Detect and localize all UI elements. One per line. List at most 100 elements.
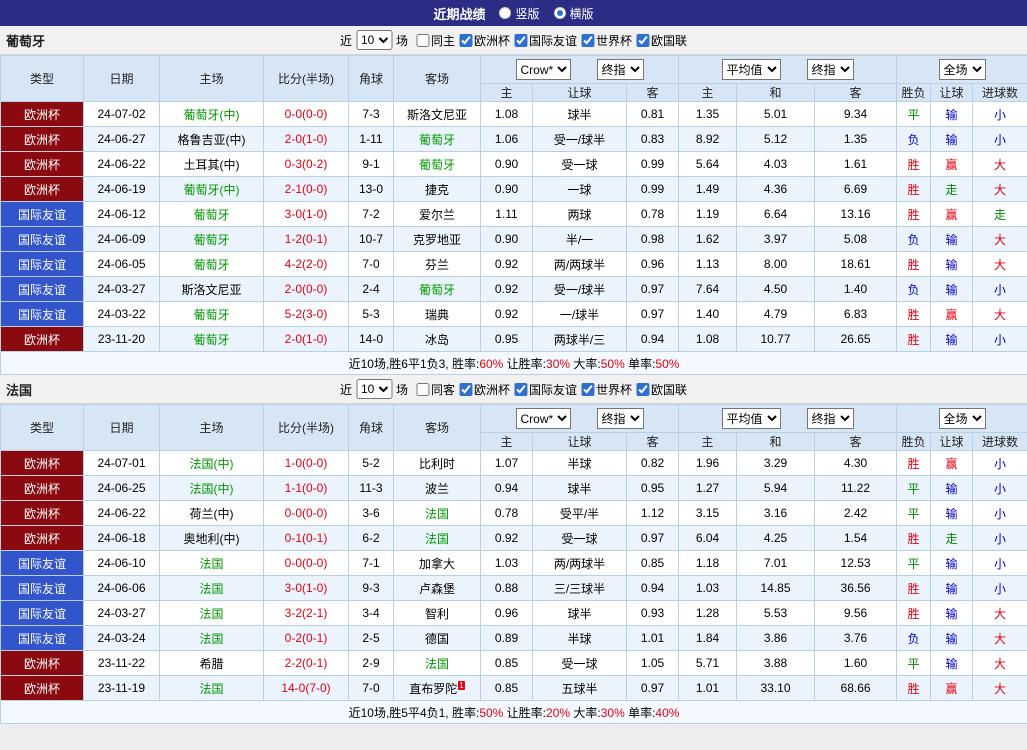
checkbox-input[interactable] xyxy=(514,383,527,396)
avg-home-odds: 1.96 xyxy=(679,451,737,476)
score-cell: 0-0(0-0) xyxy=(264,102,349,127)
home-team-cell: 荷兰(中) xyxy=(160,501,264,526)
avg-away-odds: 6.69 xyxy=(815,177,897,202)
avg-away-odds: 12.53 xyxy=(815,551,897,576)
col-result: 胜负 xyxy=(897,84,931,102)
asia-home-odds: 0.89 xyxy=(481,626,533,651)
summary-stat-value: 20% xyxy=(546,706,570,720)
result-goals: 小 xyxy=(973,327,1027,352)
avg-away-odds: 1.35 xyxy=(815,127,897,152)
asia-home-odds: 0.92 xyxy=(481,252,533,277)
summary-text: 单率: xyxy=(625,357,656,371)
filter-checkbox[interactable]: 国际友谊 xyxy=(514,32,577,49)
avg-away-odds: 11.22 xyxy=(815,476,897,501)
recent-results-page: 近期战绩 竖版 横版 葡萄牙 近 10 场 同主欧洲杯国际友谊世界杯欧国联 xyxy=(0,0,1027,724)
result-win-draw-loss: 胜 xyxy=(897,202,931,227)
avg-draw-odds: 5.53 xyxy=(737,601,815,626)
average-select[interactable]: 平均值 xyxy=(722,59,781,80)
period-select[interactable]: 全场 xyxy=(939,59,986,80)
result-handicap: 赢 xyxy=(931,152,973,177)
avg-home-odds: 1.27 xyxy=(679,476,737,501)
matches-table: 类型 日期 主场 比分(半场) 角球 客场 Crow* 终指 平均值 xyxy=(0,55,1027,375)
checkbox-input[interactable] xyxy=(581,34,594,47)
filter-checkbox[interactable]: 同主 xyxy=(416,32,455,49)
checkbox-input[interactable] xyxy=(636,34,649,47)
result-goals: 小 xyxy=(973,451,1027,476)
filter-checkbox[interactable]: 欧国联 xyxy=(636,32,687,49)
asia-handicap: 五球半 xyxy=(533,676,627,701)
asia-away-odds: 0.97 xyxy=(627,676,679,701)
games-count-select[interactable]: 10 xyxy=(356,30,392,50)
asia-handicap: 球半 xyxy=(533,102,627,127)
odds-company-select[interactable]: Crow* xyxy=(516,408,571,429)
asia-home-odds: 0.92 xyxy=(481,526,533,551)
result-goals: 大 xyxy=(973,626,1027,651)
corners-cell: 7-3 xyxy=(349,102,394,127)
score-cell: 0-2(0-1) xyxy=(264,626,349,651)
col-asia-away: 客 xyxy=(627,84,679,102)
avg-home-odds: 1.18 xyxy=(679,551,737,576)
average-select[interactable]: 平均值 xyxy=(722,408,781,429)
col-score: 比分(半场) xyxy=(264,405,349,451)
away-team-cell: 直布罗陀1 xyxy=(394,676,481,701)
radio-label: 横版 xyxy=(570,5,594,22)
radio-icon[interactable] xyxy=(499,7,511,19)
asia-away-odds: 0.97 xyxy=(627,277,679,302)
match-row: 国际友谊24-06-12葡萄牙3-0(1-0)7-2爱尔兰1.11两球0.781… xyxy=(1,202,1027,227)
result-handicap: 赢 xyxy=(931,302,973,327)
near-label: 近 xyxy=(340,381,352,398)
layout-radio-horizontal[interactable]: 横版 xyxy=(554,5,594,22)
team-section: 法国 近 10 场 同客欧洲杯国际友谊世界杯欧国联 类型 xyxy=(0,375,1027,724)
avg-home-odds: 1.49 xyxy=(679,177,737,202)
section-header: 葡萄牙 近 10 场 同主欧洲杯国际友谊世界杯欧国联 xyxy=(0,26,1027,55)
checkbox-input[interactable] xyxy=(416,34,429,47)
layout-radio-vertical[interactable]: 竖版 xyxy=(499,5,539,22)
odds-time-select[interactable]: 终指 xyxy=(597,59,644,80)
filter-checkbox[interactable]: 欧国联 xyxy=(636,381,687,398)
home-team-cell: 葡萄牙 xyxy=(160,202,264,227)
match-row: 欧洲杯24-07-01法国(中)1-0(0-0)5-2比利时1.07半球0.82… xyxy=(1,451,1027,476)
odds-time-select[interactable]: 终指 xyxy=(597,408,644,429)
checkbox-input[interactable] xyxy=(416,383,429,396)
asia-away-odds: 0.97 xyxy=(627,302,679,327)
summary-stat-value: 30% xyxy=(546,357,570,371)
asia-home-odds: 0.92 xyxy=(481,277,533,302)
filter-checkbox[interactable]: 欧洲杯 xyxy=(459,381,510,398)
corners-cell: 9-1 xyxy=(349,152,394,177)
checkbox-input[interactable] xyxy=(581,383,594,396)
europe-time-select[interactable]: 终指 xyxy=(807,59,854,80)
filter-checkbox[interactable]: 世界杯 xyxy=(581,381,632,398)
asia-home-odds: 0.95 xyxy=(481,327,533,352)
asia-home-odds: 0.94 xyxy=(481,476,533,501)
filter-checkbox[interactable]: 世界杯 xyxy=(581,32,632,49)
asia-handicap: 受一/球半 xyxy=(533,277,627,302)
col-type: 类型 xyxy=(1,56,84,102)
result-goals: 大 xyxy=(973,252,1027,277)
filter-checkbox[interactable]: 同客 xyxy=(416,381,455,398)
avg-away-odds: 1.60 xyxy=(815,651,897,676)
match-row: 欧洲杯24-06-27格鲁吉亚(中)2-0(1-0)1-11葡萄牙1.06受一/… xyxy=(1,127,1027,152)
filter-checkbox[interactable]: 国际友谊 xyxy=(514,381,577,398)
away-team-cell: 波兰 xyxy=(394,476,481,501)
checkbox-input[interactable] xyxy=(636,383,649,396)
period-select[interactable]: 全场 xyxy=(939,408,986,429)
games-count-select[interactable]: 10 xyxy=(356,379,392,399)
result-win-draw-loss: 胜 xyxy=(897,526,931,551)
asia-handicap: 半球 xyxy=(533,451,627,476)
asia-handicap: 一球 xyxy=(533,177,627,202)
league-cell: 国际友谊 xyxy=(1,551,84,576)
europe-time-select[interactable]: 终指 xyxy=(807,408,854,429)
match-row: 欧洲杯23-11-22希腊2-2(0-1)2-9法国0.85受一球1.055.7… xyxy=(1,651,1027,676)
checkbox-input[interactable] xyxy=(459,383,472,396)
europe-odds-group: 平均值 终指 xyxy=(679,56,897,84)
radio-icon[interactable] xyxy=(554,7,566,19)
summary-stat-value: 50% xyxy=(601,357,625,371)
corners-cell: 9-3 xyxy=(349,576,394,601)
asia-odds-group: Crow* 终指 xyxy=(481,405,679,433)
checkbox-input[interactable] xyxy=(514,34,527,47)
odds-company-select[interactable]: Crow* xyxy=(516,59,571,80)
filter-checkbox[interactable]: 欧洲杯 xyxy=(459,32,510,49)
result-handicap: 输 xyxy=(931,102,973,127)
checkbox-input[interactable] xyxy=(459,34,472,47)
score-cell: 1-2(0-1) xyxy=(264,227,349,252)
